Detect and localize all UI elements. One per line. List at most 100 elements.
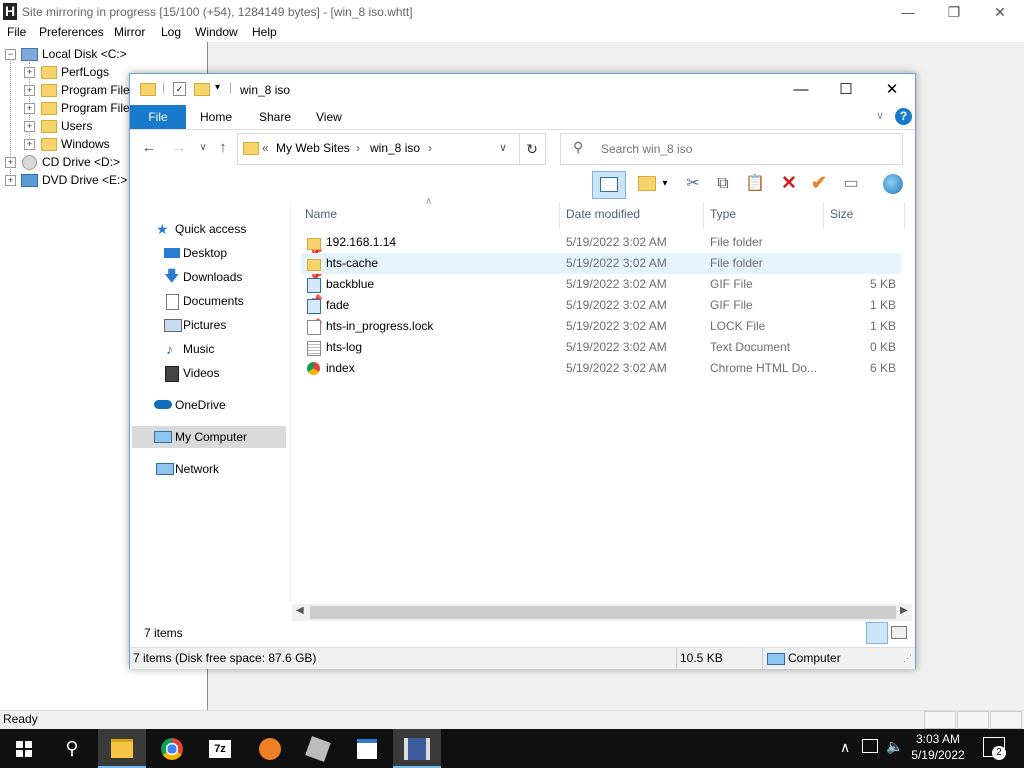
nav-downloads[interactable]: 🡇 Downloads 📌 [164,266,323,288]
search-input[interactable] [599,141,893,157]
expand-icon[interactable]: + [24,67,35,78]
back-arrow-icon[interactable]: ← [139,138,159,158]
chevron-right-icon[interactable]: › [428,141,432,155]
delete-icon[interactable]: ✕ [776,171,802,197]
breadcrumb-my-web-sites[interactable]: My Web Sites [276,141,350,155]
search-button[interactable]: ⚲ [48,729,96,768]
address-bar[interactable]: « My Web Sites › win_8 iso › ∨ [237,133,520,165]
cut-icon[interactable]: ✂ [680,171,706,197]
menu-log[interactable]: Log [161,25,181,39]
properties-icon[interactable]: ✓ [173,82,186,96]
scroll-left-icon[interactable]: ◀ [296,605,304,616]
recent-locations-icon[interactable]: ∨ [193,138,213,158]
menu-file[interactable]: File [7,25,26,39]
menu-window[interactable]: Window [195,25,238,39]
table-row[interactable]: hts-log 5/19/2022 3:02 AM Text Document … [301,337,901,358]
expand-icon[interactable]: + [24,121,35,132]
address-dropdown-icon[interactable]: ∨ [499,141,507,154]
menu-help[interactable]: Help [252,25,277,39]
explorer-window-title: win_8 iso [240,83,291,97]
nav-my-computer[interactable]: My Computer [132,426,286,448]
expand-icon[interactable]: + [24,103,35,114]
resize-grip-icon[interactable]: ⋰ [903,653,912,664]
check-icon[interactable]: ✔ [806,171,832,197]
separator: | [162,80,166,94]
table-row[interactable]: hts-in_progress.lock 5/19/2022 3:02 AM L… [301,316,901,337]
scroll-right-icon[interactable]: ▶ [900,605,908,616]
taskbar-7zip[interactable]: 7z [196,729,244,768]
network-status-icon[interactable] [862,739,878,753]
close-button[interactable]: ✕ [869,74,915,105]
horizontal-scrollbar[interactable]: ◀ ▶ [292,604,912,621]
large-icons-view-icon[interactable] [891,626,907,639]
dropdown-arrow-icon[interactable]: ▾ [658,171,672,197]
nav-label: Pictures [183,318,227,332]
up-arrow-icon[interactable]: ↑ [213,138,233,158]
forward-arrow-icon[interactable]: → [169,138,189,158]
httrack-icon [404,737,430,760]
customize-quick-access-icon[interactable]: ▾ [215,82,220,93]
taskbar-chrome[interactable] [148,729,196,768]
breadcrumb-win-8-iso[interactable]: win_8 iso [370,141,420,155]
file-size: 1 KB [869,298,896,312]
taskbar-app-tool[interactable] [294,729,342,768]
column-date-modified[interactable]: Date modified [566,207,640,221]
column-separator[interactable] [559,202,560,228]
volume-icon[interactable]: 🔈 [886,738,903,755]
refresh-button[interactable]: ↻ [519,133,546,165]
table-row[interactable]: 192.168.1.14 5/19/2022 3:02 AM File fold… [301,232,901,253]
chevron-right-icon[interactable]: › [356,141,360,155]
table-row[interactable]: index 5/19/2022 3:02 AM Chrome HTML Do..… [301,358,901,379]
new-folder-menu-icon[interactable] [634,171,660,197]
nav-pictures[interactable]: Pictures 📌 [164,314,323,336]
globe-icon[interactable] [880,171,906,197]
column-name[interactable]: Name [305,207,337,221]
column-separator[interactable] [904,202,905,228]
new-folder-icon[interactable] [194,83,210,96]
taskbar-app-window[interactable] [343,729,391,768]
start-button[interactable] [0,729,48,768]
paste-icon[interactable]: 📋 [742,171,768,197]
address-overflow[interactable]: « [262,141,269,155]
details-view-icon[interactable] [866,622,888,644]
expand-icon[interactable]: + [5,175,16,186]
rename-icon[interactable]: ▭ [838,171,864,197]
scrollbar-thumb[interactable] [310,606,896,619]
expand-ribbon-icon[interactable]: ∨ [876,109,884,122]
column-separator[interactable] [823,202,824,228]
column-type[interactable]: Type [710,207,736,221]
minimize-button[interactable]: — [885,2,931,22]
menu-preferences[interactable]: Preferences [39,25,104,39]
column-separator[interactable] [703,202,704,228]
column-size[interactable]: Size [830,207,853,221]
nav-documents[interactable]: Documents 📌 [164,290,323,312]
copy-icon[interactable]: ⧉ [710,171,736,197]
collapse-icon[interactable]: − [5,49,16,60]
pane-divider[interactable] [290,202,291,602]
expand-icon[interactable]: + [24,85,35,96]
maximize-button[interactable]: ☐ [823,74,869,105]
show-hidden-icons-icon[interactable]: ∧ [840,739,850,756]
expand-icon[interactable]: + [5,157,16,168]
tab-home[interactable]: Home [200,110,232,124]
nav-desktop[interactable]: Desktop 📌 [164,242,323,264]
preview-pane-icon[interactable] [592,171,626,199]
tab-file[interactable]: File [130,105,186,129]
tab-share[interactable]: Share [259,110,291,124]
menu-mirror[interactable]: Mirror [114,25,145,39]
taskbar-file-explorer[interactable] [98,729,146,768]
image-file-icon [307,299,321,314]
search-box[interactable]: ⚲ [560,133,903,165]
clock[interactable]: 3:03 AM 5/19/2022 [906,731,970,763]
taskbar-httrack[interactable] [393,729,441,768]
close-button[interactable]: ✕ [977,2,1023,22]
table-row[interactable]: backblue 5/19/2022 3:02 AM GIF File 5 KB [301,274,901,295]
tab-view[interactable]: View [316,110,342,124]
table-row[interactable]: fade 5/19/2022 3:02 AM GIF File 1 KB [301,295,901,316]
help-icon[interactable]: ? [895,108,912,125]
table-row[interactable]: hts-cache 5/19/2022 3:02 AM File folder [301,253,901,274]
restore-button[interactable]: ❐ [931,2,977,22]
taskbar-app-orange[interactable] [246,729,294,768]
expand-icon[interactable]: + [24,139,35,150]
minimize-button[interactable]: — [778,74,824,105]
